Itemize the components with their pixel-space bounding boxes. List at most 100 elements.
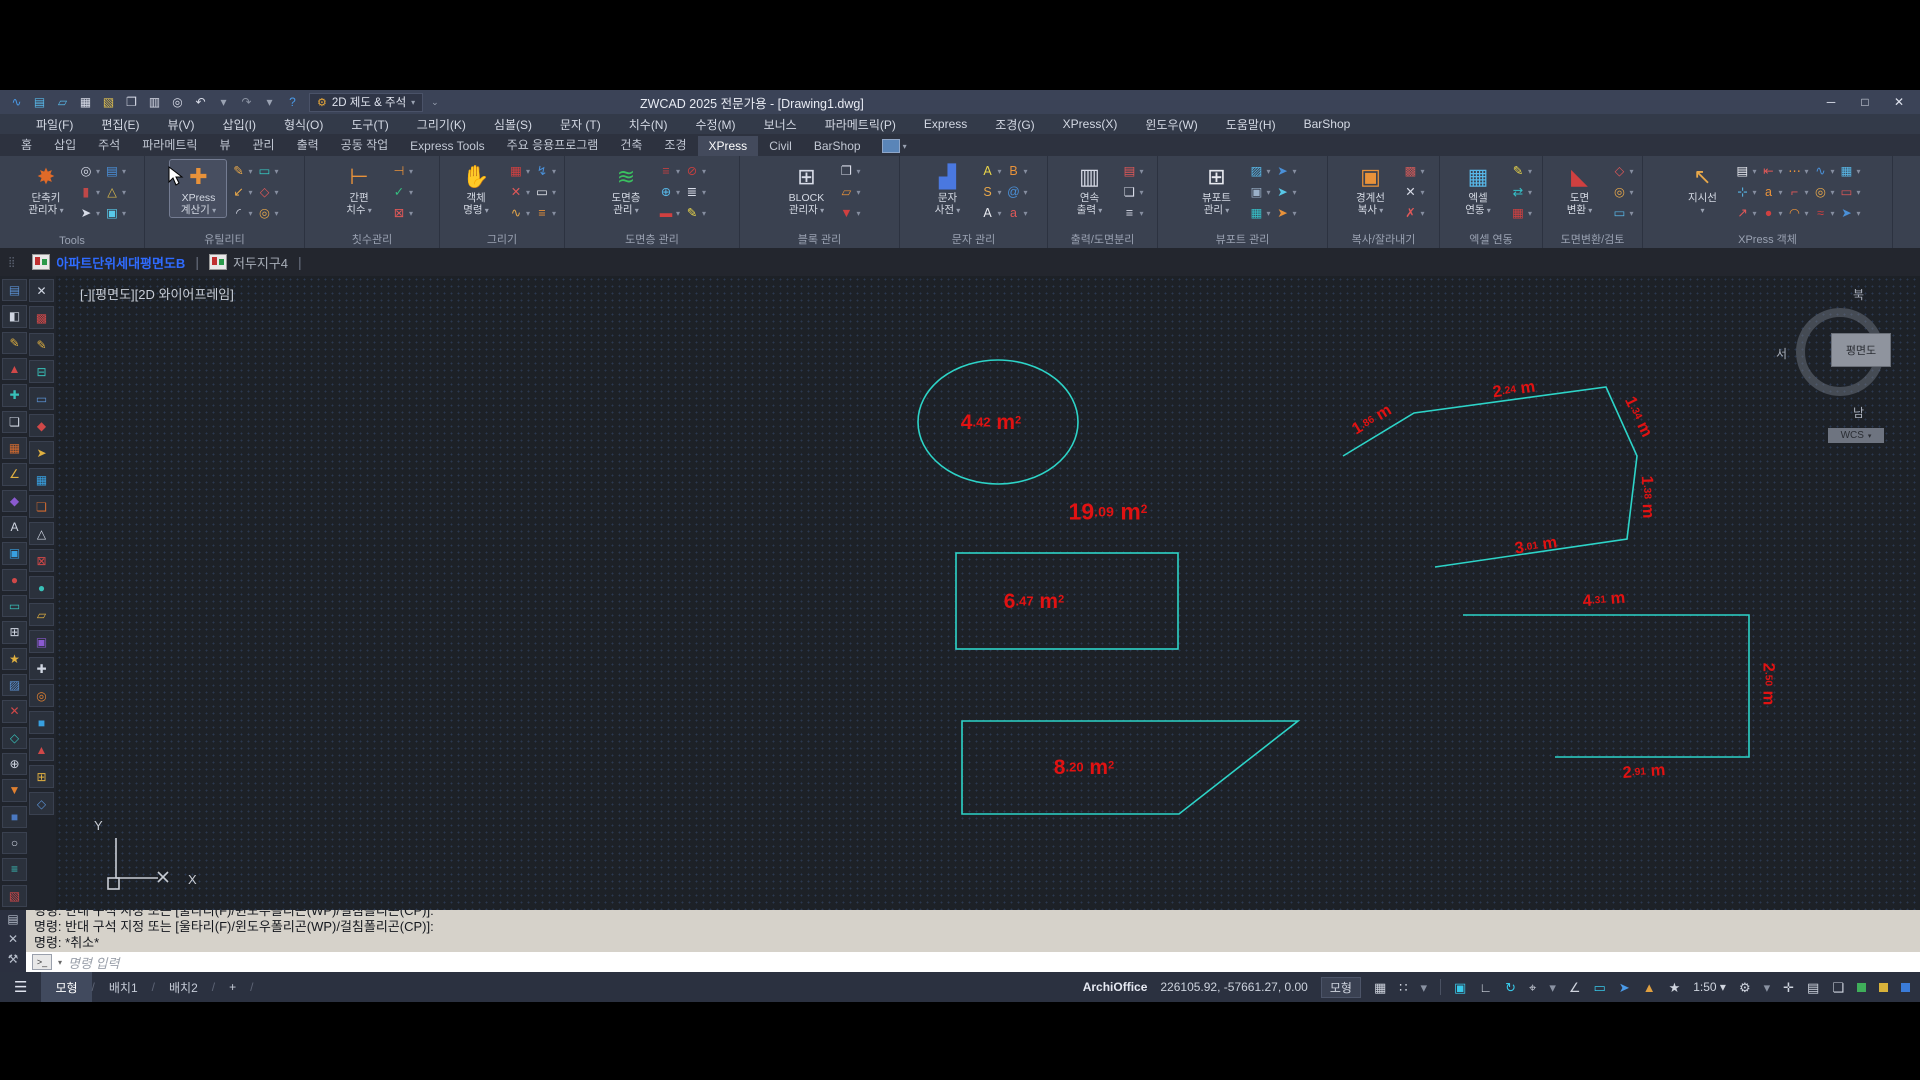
selection-cycling-icon[interactable]: ➤ <box>1619 981 1630 994</box>
ribbon-small-tool[interactable]: ▦▾ <box>1839 163 1861 179</box>
tool-icon[interactable]: ◆ <box>29 414 54 437</box>
ribbon-small-tool[interactable]: ≡▾ <box>1121 205 1143 221</box>
viewport-manager-button[interactable]: ⊞뷰포트관리 ▾ <box>1188 160 1244 217</box>
drawing-canvas[interactable]: [-][평면도][2D 와이어프레임] 4.42 m2 19.09 m2 6.4… <box>56 276 1920 910</box>
tool-icon[interactable]: ● <box>2 569 27 591</box>
ribbon-small-tool[interactable]: ▦▾ <box>1510 205 1532 221</box>
ribbon-small-tool[interactable]: ➤▾ <box>1839 205 1861 221</box>
ribbon-small-tool[interactable]: ◎▾ <box>1611 184 1633 200</box>
layout-tab-배치2[interactable]: 배치2 <box>155 972 212 1002</box>
ribbon-small-tool[interactable]: ▱▾ <box>838 184 860 200</box>
ribbon-small-tool[interactable]: ✓▾ <box>391 184 413 200</box>
menu-item[interactable]: 도구(T) <box>337 114 402 134</box>
ribbon-small-tool[interactable]: ↗▾ <box>1734 205 1756 221</box>
move-panel-icon[interactable]: ✛ <box>1783 981 1794 994</box>
ribbon-small-tool[interactable]: ↙▾ <box>230 184 252 200</box>
tool-icon[interactable]: ✚ <box>2 384 27 406</box>
continuous-plot-button[interactable]: ▥연속출력 ▾ <box>1061 160 1117 217</box>
ribbon-small-tool[interactable]: ◎▾ <box>1813 184 1835 200</box>
ribbon-tab-Civil[interactable]: Civil <box>758 136 803 156</box>
scale-selector[interactable]: 1:50 ▾ <box>1693 980 1726 994</box>
command-input-row[interactable]: >_ ▾ 명령 입력 <box>26 952 1920 972</box>
ribbon-small-tool[interactable]: ▼▾ <box>838 205 860 221</box>
menu-item[interactable]: 그리기(K) <box>403 114 480 134</box>
menu-item[interactable]: XPress(X) <box>1049 114 1132 134</box>
ribbon-small-tool[interactable]: ⇤▾ <box>1760 163 1782 179</box>
tool-icon[interactable]: △ <box>29 522 54 545</box>
tool-icon[interactable]: ✕ <box>2 700 27 722</box>
ribbon-small-tool[interactable]: ⊕▾ <box>658 184 680 200</box>
dynamic-ucs-icon[interactable]: ▣ <box>1454 981 1466 994</box>
minimize-button[interactable]: ─ <box>1816 92 1846 112</box>
polar-tracking-icon[interactable]: ∠ <box>1569 981 1581 994</box>
menu-item[interactable]: 보너스 <box>750 114 811 134</box>
menu-item[interactable]: 편집(E) <box>87 114 153 134</box>
ribbon-small-tool[interactable]: ▭▾ <box>1839 184 1861 200</box>
compass-south-label[interactable]: 남 <box>1853 404 1864 421</box>
snap-mode-icon[interactable]: ∷ <box>1399 981 1407 994</box>
ribbon-small-tool[interactable]: ✎▾ <box>684 205 706 221</box>
save-icon[interactable]: ▦ <box>77 94 94 110</box>
ribbon-small-tool[interactable]: ⌐▾ <box>1786 184 1808 200</box>
dynamic-input-icon[interactable]: ▭ <box>1594 981 1606 994</box>
tool-icon[interactable]: ⊞ <box>2 621 27 643</box>
tool-icon[interactable]: ✎ <box>29 333 54 356</box>
ribbon-small-tool[interactable]: ⊹▾ <box>1734 184 1756 200</box>
doc-tab-grip-icon[interactable]: ⣿ <box>0 257 22 268</box>
ribbon-small-tool[interactable]: ∿▾ <box>508 205 530 221</box>
command-input[interactable]: 명령 입력 <box>68 953 119 972</box>
ribbon-small-tool[interactable]: @▾ <box>1006 184 1028 200</box>
zwcad-logo-icon[interactable]: ∿ <box>8 94 25 110</box>
ribbon-small-tool[interactable]: S▾ <box>979 184 1001 200</box>
ribbon-small-tool[interactable]: ✕▾ <box>508 184 530 200</box>
boundary-copy-button[interactable]: ▣경계선복사 ▾ <box>1342 160 1398 217</box>
leader-button[interactable]: ↖지시선 ▾ <box>1674 160 1730 217</box>
tool-icon[interactable]: ○ <box>2 832 27 854</box>
ribbon-tab-공동 작업[interactable]: 공동 작업 <box>330 133 400 156</box>
tool-icon[interactable]: ❏ <box>2 411 27 433</box>
ribbon-small-tool[interactable]: ●▾ <box>1760 205 1782 221</box>
gear-caret-icon[interactable]: ▾ <box>1764 981 1771 994</box>
model-space-button[interactable]: 모형 <box>1321 977 1361 998</box>
ribbon-tab-건축[interactable]: 건축 <box>609 133 653 156</box>
tool-icon[interactable]: ◇ <box>2 727 27 749</box>
ribbon-small-tool[interactable]: △▾ <box>104 184 126 200</box>
ribbon-small-tool[interactable]: a▾ <box>1006 205 1028 221</box>
ribbon-small-tool[interactable]: ✕▾ <box>1402 184 1424 200</box>
ribbon-tab-조경[interactable]: 조경 <box>653 133 697 156</box>
document-tab-2[interactable]: 저두지구4 <box>199 250 298 274</box>
layer-manager-button[interactable]: ≋도면층관리 ▾ <box>598 160 654 217</box>
tool-icon[interactable]: ▭ <box>29 387 54 410</box>
workspace-selector[interactable]: ⚙ 2D 제도 & 주석 ▾ <box>309 93 423 112</box>
ribbon-small-tool[interactable]: a▾ <box>1760 184 1782 200</box>
tool-icon[interactable]: ▨ <box>2 674 27 696</box>
tool-icon[interactable]: ➤ <box>29 441 54 464</box>
tool-icon[interactable]: ■ <box>29 711 54 734</box>
ribbon-tab-Express Tools[interactable]: Express Tools <box>399 136 495 156</box>
tool-icon[interactable]: ▣ <box>2 542 27 564</box>
new-file-icon[interactable]: ▤ <box>31 94 48 110</box>
ribbon-small-tool[interactable]: ≣▾ <box>684 184 706 200</box>
ribbon-small-tool[interactable]: ▭▾ <box>534 184 556 200</box>
compass-north-label[interactable]: 북 <box>1853 286 1864 303</box>
ribbon-small-tool[interactable]: ⊘▾ <box>684 163 706 179</box>
ribbon-small-tool[interactable]: ▤▾ <box>1121 163 1143 179</box>
layout-tab-배치1[interactable]: 배치1 <box>95 972 152 1002</box>
ribbon-small-tool[interactable]: ⊠▾ <box>391 205 413 221</box>
tool-icon[interactable]: ◇ <box>29 792 54 815</box>
ribbon-small-tool[interactable]: ◎▾ <box>78 163 100 179</box>
ribbon-small-tool[interactable]: A▾ <box>979 163 1001 179</box>
tool-icon[interactable]: ▱ <box>29 603 54 626</box>
ribbon-small-tool[interactable]: ✎▾ <box>1510 163 1532 179</box>
tool-icon[interactable]: ▦ <box>29 468 54 491</box>
ribbon-small-tool[interactable]: ▤▾ <box>104 163 126 179</box>
maximize-button[interactable]: □ <box>1850 92 1880 112</box>
tool-icon[interactable]: ✕ <box>29 279 54 302</box>
drawing-convert-button[interactable]: ◣도면변환 ▾ <box>1551 160 1607 217</box>
snap-caret-icon[interactable]: ▾ <box>1421 981 1428 994</box>
tool-icon[interactable]: ▲ <box>29 738 54 761</box>
tool-icon[interactable]: ★ <box>2 648 27 670</box>
osnap-caret-icon[interactable]: ▾ <box>1549 981 1556 994</box>
menu-item[interactable]: 파라메트릭(P) <box>811 114 910 134</box>
command-prompt-icon[interactable]: >_ <box>32 954 52 970</box>
